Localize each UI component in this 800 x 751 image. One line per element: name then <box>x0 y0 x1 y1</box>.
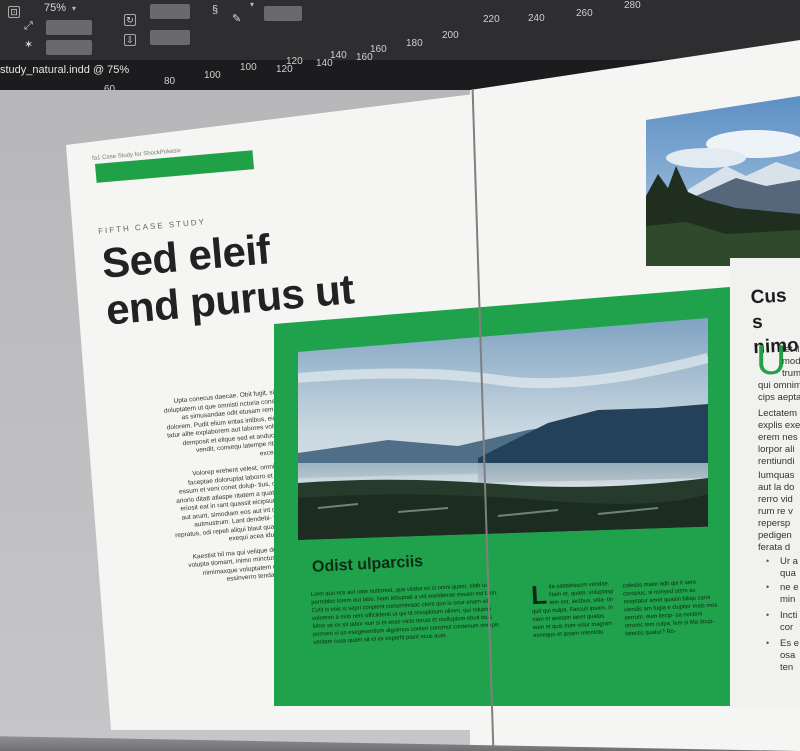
zoom-dropdown-icon[interactable]: ▾ <box>72 4 76 13</box>
right-text-line[interactable]: cips aeptat <box>758 392 800 404</box>
bullet-text[interactable]: Ur a <box>780 556 798 568</box>
body-paragraph: Upta conecus daecae. Obit fugit, simus d… <box>163 388 292 457</box>
scale-y-icon: ✶ <box>24 39 34 51</box>
feature-column-3[interactable]: colestis maior adit qui it aere corepius… <box>623 578 720 639</box>
bullet-dot-icon: • <box>766 556 770 566</box>
feature-column-2[interactable]: Lita satatiessum vendae. Nam et, quam, v… <box>530 579 618 640</box>
bullet-text[interactable]: cor <box>780 622 793 634</box>
ruler-tick: 100 <box>204 70 221 81</box>
shear-icon[interactable]: ⇩ <box>124 34 136 46</box>
right-text-line[interactable]: lorpor ali <box>758 444 794 456</box>
valley-photo[interactable] <box>298 318 708 540</box>
right-text-line[interactable]: Lectatem <box>758 408 797 420</box>
bullet-text[interactable]: Es e <box>780 638 799 650</box>
control-panel: ⊡ 75% ▾ ⤢ ✶ ↻ ⇩ § ✎ ▾ <box>0 0 800 60</box>
ruler-tick: 100 <box>240 62 257 73</box>
scale-x-icon: ⤢ <box>24 20 33 32</box>
right-text-line[interactable]: erem nes <box>758 432 798 444</box>
mountain-photo-image <box>646 96 800 266</box>
right-text-line[interactable]: rerro vid <box>758 494 793 506</box>
zoom-value[interactable]: 75% <box>44 2 66 14</box>
feature-column-1[interactable]: Lorei quo ecs aut nate nuttorest, qua vi… <box>311 581 504 647</box>
mountain-photo[interactable] <box>646 96 800 266</box>
bullet-dot-icon: • <box>766 638 770 648</box>
bullet-dot-icon: • <box>766 582 770 592</box>
shear-field[interactable] <box>150 30 190 45</box>
document-tab[interactable]: study_natural.indd @ 75% <box>0 64 129 82</box>
ruler-tick: 120 <box>276 64 293 75</box>
rotate-icon[interactable]: ↻ <box>124 14 136 26</box>
right-text-line[interactable]: explis exe <box>758 420 800 432</box>
rotate-field[interactable] <box>150 4 190 19</box>
right-text-line[interactable]: repersp <box>758 518 790 530</box>
stroke-dropdown-icon[interactable]: ▾ <box>250 0 254 9</box>
right-text-line[interactable]: mod <box>782 356 800 368</box>
bullet-dot-icon: • <box>766 610 770 620</box>
right-heading-line: Cus s <box>750 285 788 334</box>
bullet-text[interactable]: ne e <box>780 582 799 594</box>
ruler-tick: 80 <box>164 76 176 87</box>
scale-y-field[interactable] <box>46 40 92 55</box>
scale-x-field[interactable] <box>46 20 92 35</box>
bullet-text[interactable]: Incti <box>780 610 797 622</box>
valley-photo-image <box>298 318 708 540</box>
bullet-text[interactable]: qua <box>780 568 796 580</box>
right-text-line[interactable]: qui omnim <box>758 380 800 392</box>
right-text-line[interactable]: Iumquas <box>758 470 794 482</box>
right-text-line[interactable]: trum <box>782 368 800 380</box>
bullet-text[interactable]: osa <box>780 650 795 662</box>
right-text-line[interactable]: rum re v <box>758 506 793 518</box>
right-text-line[interactable]: aut la do <box>758 482 794 494</box>
bullet-text[interactable]: min <box>780 594 795 606</box>
feature-dropcap: L <box>530 579 548 611</box>
stroke-weight-field[interactable] <box>264 6 302 21</box>
frame-icon[interactable]: ⊡ <box>8 6 20 18</box>
right-text-line[interactable]: pedigen <box>758 530 792 542</box>
constrain-proportions-icon[interactable]: § <box>212 4 218 16</box>
bullet-text[interactable]: ten <box>780 662 793 674</box>
right-text-line[interactable]: tet il <box>782 344 799 356</box>
right-text-line[interactable]: ferata d <box>758 542 790 554</box>
pen-icon[interactable]: ✎ <box>232 12 241 25</box>
right-text-line[interactable]: rentiundi <box>758 456 794 468</box>
